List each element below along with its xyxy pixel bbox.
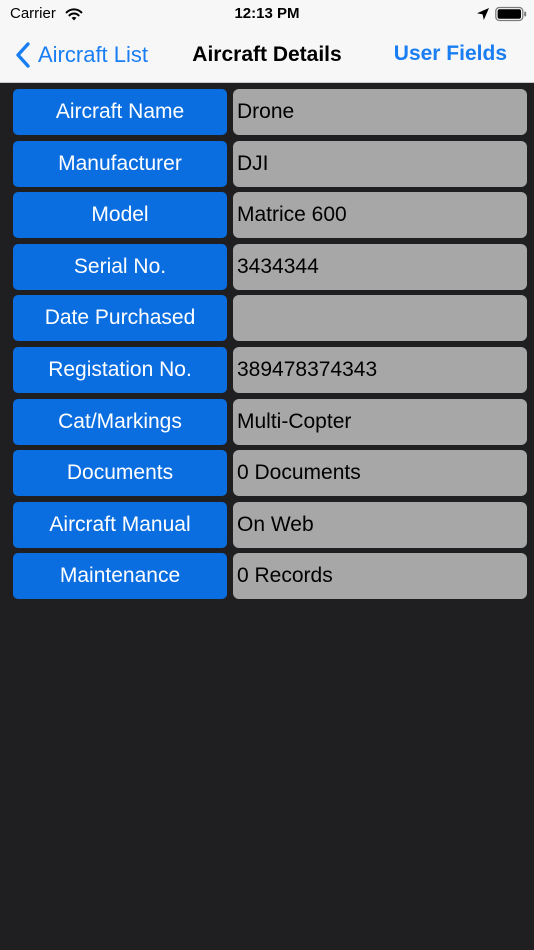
aircraft-name-value[interactable]: Drone [233, 89, 527, 135]
navigation-bar: Aircraft List Aircraft Details User Fiel… [0, 30, 534, 83]
cat-markings-value[interactable]: Multi-Copter [233, 398, 527, 445]
chevron-left-icon [16, 42, 30, 68]
documents-value[interactable]: 0 Documents [233, 450, 527, 497]
field-row-registration-no: Registation No. 389478374343 [13, 346, 527, 393]
maintenance-button[interactable]: Maintenance [13, 553, 227, 600]
back-button[interactable]: Aircraft List [14, 39, 148, 71]
field-row-cat-markings: Cat/Markings Multi-Copter [13, 398, 527, 445]
registration-no-button[interactable]: Registation No. [13, 346, 227, 393]
battery-icon [495, 6, 527, 22]
date-purchased-value[interactable] [233, 295, 527, 342]
field-row-date-purchased: Date Purchased [13, 295, 527, 342]
aircraft-manual-value[interactable]: On Web [233, 501, 527, 548]
model-button[interactable]: Model [13, 192, 227, 239]
field-row-aircraft-name: Aircraft Name Drone [13, 89, 527, 135]
registration-no-value[interactable]: 389478374343 [233, 346, 527, 393]
aircraft-name-button[interactable]: Aircraft Name [13, 89, 227, 135]
status-time: 12:13 PM [234, 5, 300, 22]
documents-button[interactable]: Documents [13, 450, 227, 497]
field-row-model: Model Matrice 600 [13, 192, 527, 239]
date-purchased-button[interactable]: Date Purchased [13, 295, 227, 342]
manufacturer-value[interactable]: DJI [233, 140, 527, 187]
aircraft-details-list: Aircraft Name Drone Manufacturer DJI Mod… [13, 89, 527, 605]
model-value[interactable]: Matrice 600 [233, 192, 527, 239]
location-arrow-icon [477, 8, 489, 20]
back-button-label: Aircraft List [38, 42, 149, 67]
aircraft-manual-button[interactable]: Aircraft Manual [13, 501, 227, 548]
status-bar: Carrier 12:13 PM [0, 0, 534, 30]
field-row-maintenance: Maintenance 0 Records [13, 553, 527, 600]
maintenance-value[interactable]: 0 Records [233, 553, 527, 600]
serial-no-button[interactable]: Serial No. [13, 243, 227, 290]
field-row-aircraft-manual: Aircraft Manual On Web [13, 501, 527, 548]
serial-no-value[interactable]: 3434344 [233, 243, 527, 290]
field-row-manufacturer: Manufacturer DJI [13, 140, 527, 187]
field-row-serial-no: Serial No. 3434344 [13, 243, 527, 290]
manufacturer-button[interactable]: Manufacturer [13, 140, 227, 187]
field-row-documents: Documents 0 Documents [13, 450, 527, 497]
user-fields-button[interactable]: User Fields [394, 42, 507, 66]
cat-markings-button[interactable]: Cat/Markings [13, 398, 227, 445]
